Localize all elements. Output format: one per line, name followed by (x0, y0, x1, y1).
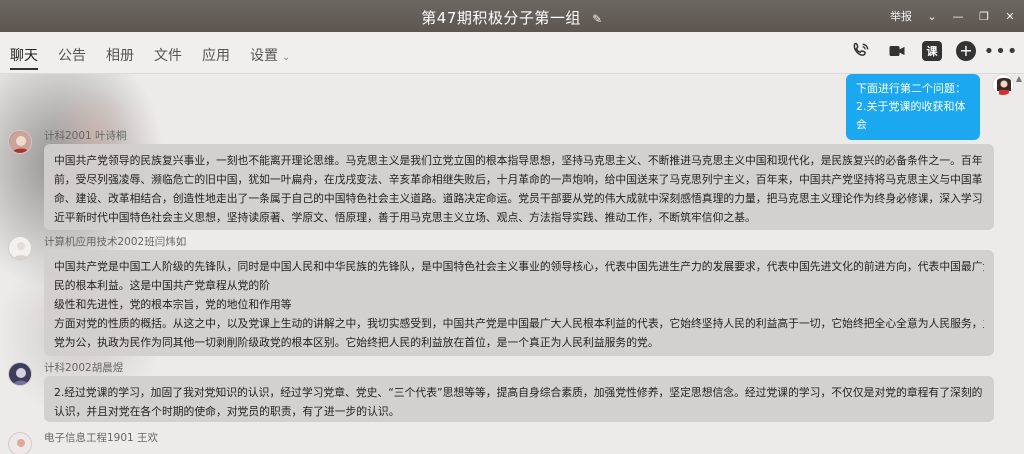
avatar[interactable] (8, 236, 32, 260)
toolbar-actions: 课 + ••• (850, 40, 1018, 62)
my-avatar[interactable] (992, 74, 1014, 96)
tab-label: 设置 (250, 48, 278, 64)
toolbar: 聊天 公告 相册 文件 应用 设置 ⌄ 课 + ••• (0, 32, 1024, 74)
message-line: 命、建设、改革相结合，创造性地走出了一条属于自己的中国特色社会主义道路。道路决定… (54, 192, 984, 205)
tab-label: 公告 (58, 48, 86, 64)
message-line: 前，受尽列强凌辱、濒临危亡的旧中国，犹如一叶扁舟，在戊戌变法、辛亥革命相继失败后… (54, 173, 983, 186)
tab-label: 文件 (154, 48, 182, 64)
message-bubble[interactable]: 2.经过党课的学习，加固了我对党知识的认识，经过学习党章、党史、“三个代表”思想… (44, 376, 994, 422)
avatar[interactable] (8, 362, 32, 386)
my-message: 下面进行第二个问题： 2.关于党课的收获和体会 (0, 74, 1024, 140)
course-icon[interactable]: 课 (922, 41, 942, 61)
message-line: 近平新时代中国特色社会主义思想，坚持读原著、学原文、悟原理，善于用马克思主义立场… (54, 211, 756, 224)
my-message-line: 下面进行第二个问题： (856, 82, 966, 95)
sender-name: 计算机应用技术2002班闫炜如 (44, 236, 187, 248)
tab-settings[interactable]: 设置 ⌄ (250, 32, 290, 74)
report-link[interactable]: 举报 (890, 8, 912, 24)
window-controls: 举报 ⌄ — ❐ ✕ (890, 8, 1016, 24)
minimize-icon[interactable]: — (952, 10, 964, 23)
my-bubble[interactable]: 下面进行第二个问题： 2.关于党课的收获和体会 (846, 74, 980, 140)
tab-announcements[interactable]: 公告 (58, 32, 86, 74)
tab-label: 应用 (202, 48, 230, 64)
more-icon[interactable]: ••• (984, 40, 1018, 62)
add-icon[interactable]: + (956, 41, 976, 61)
message-line: 党为公，执政为民作为同其他一切剥削阶级政党的根本区别。它始终把人民的利益放在首位… (54, 336, 659, 349)
tab-files[interactable]: 文件 (154, 32, 182, 74)
tab-bar: 聊天 公告 相册 文件 应用 设置 ⌄ (10, 32, 310, 74)
title-bar: 第47期积极分子第一组 ✎ 举报 ⌄ — ❐ ✕ (0, 0, 1024, 32)
dropdown-icon[interactable]: ⌄ (926, 10, 938, 23)
message-line: 民的根本利益。这是中国共产党章程从党的阶 (54, 279, 270, 292)
video-camera-icon[interactable] (886, 40, 908, 62)
message-line: 认识，并且对党在各个时期的使命，对党员的职责，有了进一步的认识。 (54, 405, 400, 418)
tab-label: 聊天 (10, 48, 38, 64)
phone-icon[interactable] (850, 40, 872, 62)
tab-album[interactable]: 相册 (106, 32, 134, 74)
message-bubble[interactable]: 中国共产党领导的民族复兴事业，一刻也不能离开理论思维。马克思主义是我们立党立国的… (44, 144, 994, 230)
message-line: 级性和先进性，党的根本宗旨，党的地位和作用等 (54, 298, 292, 311)
message-line: 2.经过党课的学习，加固了我对党知识的认识，经过学习党章、党史、“三个代表”思想… (54, 386, 983, 399)
window-title-wrap: 第47期积极分子第一组 ✎ (0, 7, 1024, 28)
avatar[interactable] (8, 432, 32, 454)
tab-chat[interactable]: 聊天 (10, 32, 38, 74)
my-message-line: 2.关于党课的收获和体会 (856, 100, 966, 131)
avatar[interactable] (8, 130, 32, 154)
sender-name: 计科2001 叶诗桐 (44, 130, 127, 142)
message-line: 中国共产党领导的民族复兴事业，一刻也不能离开理论思维。马克思主义是我们立党立国的… (54, 154, 983, 167)
tab-label: 相册 (106, 48, 134, 64)
chevron-down-icon: ⌄ (282, 52, 291, 63)
scrollbar[interactable]: ▲ (1016, 74, 1022, 444)
close-icon[interactable]: ✕ (1004, 10, 1016, 23)
edit-icon[interactable]: ✎ (592, 12, 603, 26)
restore-icon[interactable]: ❐ (978, 10, 990, 23)
message-bubble[interactable]: 中国共产党是中国工人阶级的先锋队，同时是中国人民和中华民族的先锋队，是中国特色社… (44, 250, 994, 356)
tab-apps[interactable]: 应用 (202, 32, 230, 74)
sender-name: 电子信息工程1901 王欢 (44, 432, 159, 444)
message-line: 方面对党的性质的概括。从这之中，以及党课上生动的讲解之中，我切实感受到，中国共产… (54, 317, 984, 330)
message-line: 中国共产党是中国工人阶级的先锋队，同时是中国人民和中华民族的先锋队，是中国特色社… (54, 260, 984, 273)
scroll-up-icon[interactable]: ▲ (1016, 74, 1022, 83)
chat-area[interactable]: 下面进行第二个问题： 2.关于党课的收获和体会 计科2001 叶诗桐 中国共产党… (0, 74, 1024, 454)
sender-name: 计科2002胡晨煜 (44, 362, 124, 374)
window-title: 第47期积极分子第一组 (421, 9, 581, 27)
